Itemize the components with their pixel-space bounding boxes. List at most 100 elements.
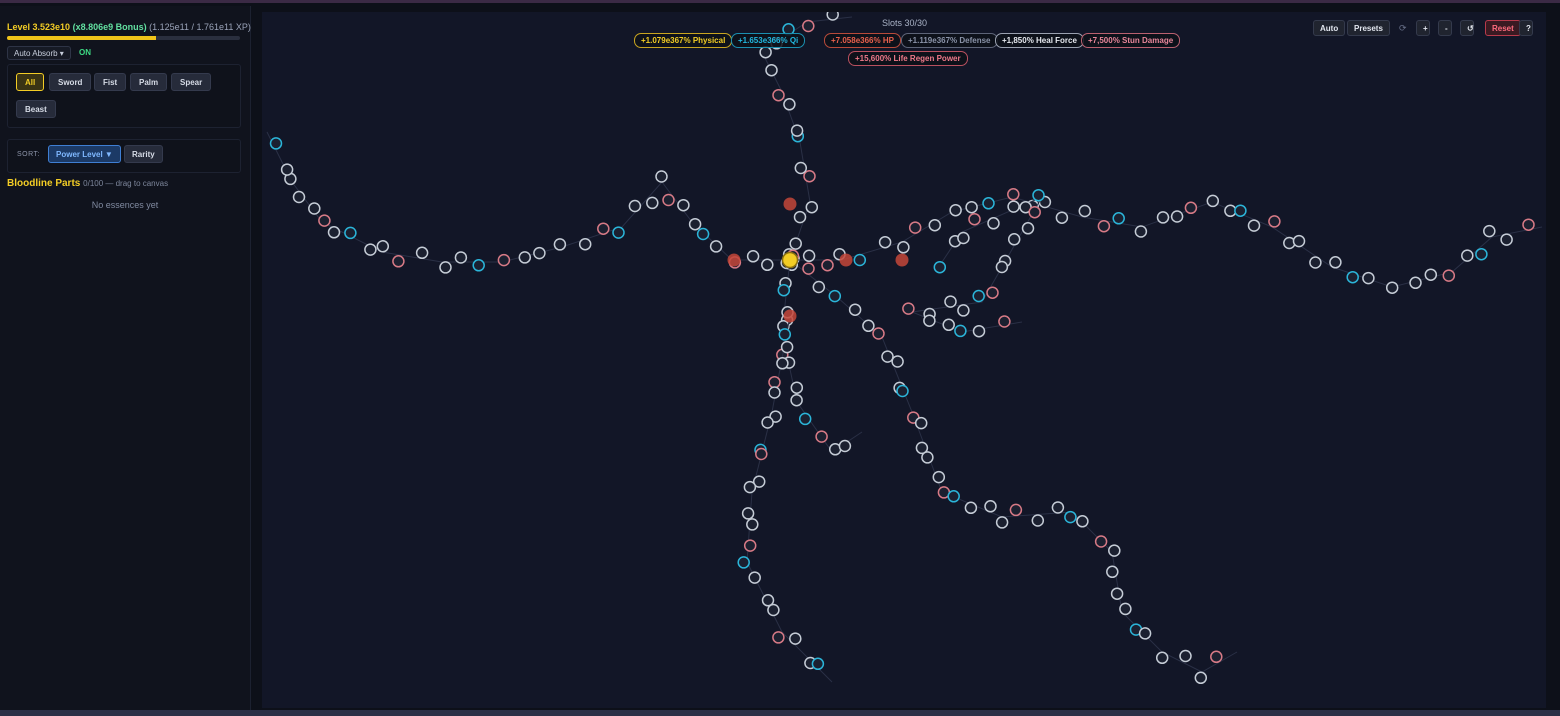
skill-node[interactable]: [789, 632, 802, 645]
skill-node[interactable]: [759, 45, 772, 59]
skill-tree-graph[interactable]: [262, 12, 1546, 708]
active-slot-node[interactable]: [895, 253, 909, 267]
skill-node[interactable]: [1055, 211, 1069, 224]
skill-node[interactable]: [1009, 503, 1023, 517]
skill-node[interactable]: [902, 302, 915, 315]
skill-node[interactable]: [790, 381, 804, 394]
skill-node[interactable]: [1483, 224, 1496, 238]
skill-node[interactable]: [815, 430, 828, 443]
skill-node[interactable]: [1094, 535, 1108, 548]
skill-node[interactable]: [1021, 222, 1035, 235]
skill-node[interactable]: [1110, 587, 1124, 600]
skill-node[interactable]: [737, 556, 750, 569]
skill-node[interactable]: [1112, 212, 1125, 225]
skill-node[interactable]: [798, 412, 812, 426]
skill-node[interactable]: [1309, 256, 1322, 269]
skill-node[interactable]: [972, 324, 986, 338]
skill-node[interactable]: [838, 439, 852, 453]
skill-node[interactable]: [1442, 269, 1456, 282]
skill-node[interactable]: [696, 227, 710, 241]
core-node[interactable]: [781, 251, 799, 269]
skill-node[interactable]: [776, 357, 789, 370]
skill-node[interactable]: [1184, 201, 1198, 215]
help-button[interactable]: ?: [1519, 20, 1533, 36]
skill-node[interactable]: [942, 318, 955, 332]
skill-node[interactable]: [628, 199, 642, 213]
skill-node[interactable]: [1346, 270, 1359, 284]
skill-node[interactable]: [947, 490, 960, 503]
skill-node[interactable]: [765, 63, 778, 77]
skill-node[interactable]: [761, 416, 774, 429]
skill-node[interactable]: [954, 324, 967, 338]
skill-node[interactable]: [790, 124, 804, 137]
skill-node[interactable]: [454, 251, 468, 264]
filter-spear-button[interactable]: Spear: [171, 73, 212, 91]
skill-node[interactable]: [269, 137, 283, 150]
skill-node[interactable]: [1078, 204, 1092, 218]
skill-node[interactable]: [768, 375, 781, 389]
skill-node[interactable]: [768, 386, 781, 399]
skill-node[interactable]: [923, 314, 936, 327]
skill-node[interactable]: [709, 240, 723, 253]
skill-node[interactable]: [968, 212, 981, 226]
skill-node[interactable]: [984, 500, 997, 513]
skill-node[interactable]: [772, 631, 785, 644]
filter-fist-button[interactable]: Fist: [94, 73, 127, 91]
skill-node[interactable]: [1210, 650, 1223, 664]
skill-node[interactable]: [743, 480, 757, 494]
skill-node[interactable]: [755, 447, 768, 461]
zoom-out-button[interactable]: -: [1438, 20, 1452, 36]
skill-node[interactable]: [746, 250, 760, 263]
skill-node[interactable]: [1268, 215, 1281, 228]
skill-node[interactable]: [1064, 510, 1077, 524]
skill-node[interactable]: [987, 217, 1000, 230]
skill-node[interactable]: [376, 240, 390, 253]
skill-node[interactable]: [783, 98, 796, 111]
filter-sword-button[interactable]: Sword: [49, 73, 92, 91]
auto-button[interactable]: Auto: [1313, 20, 1346, 36]
skill-node[interactable]: [995, 516, 1009, 529]
skill-node[interactable]: [896, 384, 909, 398]
skill-node[interactable]: [921, 451, 934, 464]
skill-node[interactable]: [743, 539, 757, 552]
skill-node[interactable]: [748, 571, 761, 584]
skill-node[interactable]: [518, 251, 532, 264]
skill-node[interactable]: [802, 262, 815, 275]
skill-node[interactable]: [746, 518, 759, 531]
fit-view-button[interactable]: ↺: [1460, 20, 1474, 36]
skill-node[interactable]: [1119, 602, 1132, 616]
skill-node[interactable]: [965, 200, 978, 214]
skill-node[interactable]: [1247, 219, 1261, 232]
skill-node[interactable]: [982, 197, 995, 210]
skill-node[interactable]: [1076, 515, 1089, 528]
skill-node[interactable]: [1522, 218, 1535, 231]
skill-node[interactable]: [597, 222, 610, 235]
skill-node[interactable]: [802, 19, 815, 33]
active-slot-node[interactable]: [783, 197, 797, 211]
skill-node[interactable]: [949, 203, 962, 217]
zoom-in-button[interactable]: +: [1416, 20, 1430, 36]
active-slot-node[interactable]: [839, 253, 853, 267]
filter-beast-button[interactable]: Beast: [16, 100, 56, 118]
skill-node[interactable]: [1329, 256, 1342, 269]
skill-node[interactable]: [957, 231, 970, 245]
skill-node[interactable]: [646, 196, 659, 210]
skill-node[interactable]: [318, 214, 331, 227]
skill-node[interactable]: [957, 304, 970, 317]
skill-node[interactable]: [821, 258, 834, 272]
skill-node[interactable]: [415, 246, 429, 260]
skill-node[interactable]: [1007, 188, 1020, 201]
skill-node[interactable]: [908, 221, 922, 234]
filter-palm-button[interactable]: Palm: [130, 73, 168, 91]
skill-node[interactable]: [828, 289, 842, 303]
skill-node[interactable]: [1461, 249, 1474, 262]
skill-node[interactable]: [1028, 205, 1041, 219]
skill-node[interactable]: [578, 237, 592, 251]
skill-node[interactable]: [1097, 219, 1111, 233]
skill-node[interactable]: [1292, 234, 1306, 248]
skill-node[interactable]: [1385, 281, 1399, 294]
skill-node[interactable]: [1134, 225, 1148, 238]
skill-node[interactable]: [777, 283, 791, 297]
skill-node[interactable]: [1108, 544, 1121, 557]
skill-node[interactable]: [741, 507, 755, 520]
